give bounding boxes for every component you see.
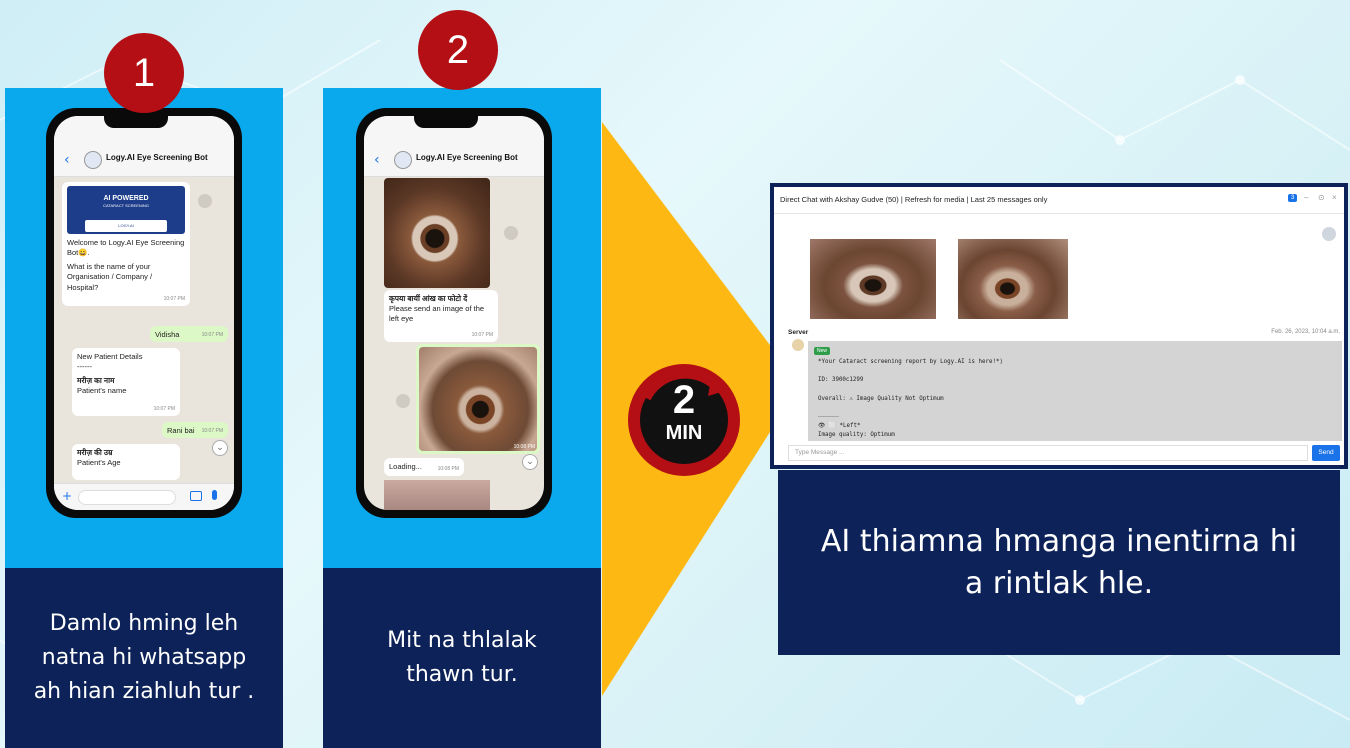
- timestamp: 10:07 PM: [471, 332, 493, 339]
- timestamp: 10:07 PM: [201, 428, 223, 435]
- bot-avatar: [84, 151, 102, 169]
- chat-window-header: Direct Chat with Akshay Gudve (50) | Ref…: [774, 187, 1344, 214]
- sender-name: Server: [788, 329, 809, 336]
- sent-eye-photo: [419, 347, 537, 451]
- plus-icon[interactable]: +: [62, 489, 72, 503]
- bot-avatar: [394, 151, 412, 169]
- reply-bubble: Rani bai 10:07 PM: [162, 422, 228, 438]
- forward-icon[interactable]: [396, 394, 410, 408]
- report-line: ______: [818, 411, 839, 417]
- details-separator: ------: [77, 362, 92, 372]
- close-icon[interactable]: ×: [1332, 193, 1337, 202]
- report-line: Overall: ⚠ Image Quality Not Optimum: [818, 396, 944, 402]
- sent-photo-bubble: 10:08 PM: [416, 344, 540, 454]
- report-line: 👁 ⬜ *Left*: [818, 423, 861, 429]
- message-input[interactable]: Type Message ...: [788, 445, 1308, 461]
- step1-phone: ‹ Logy.AI Eye Screening Bot AI POWERED C…: [46, 108, 242, 518]
- step2-badge: 2: [418, 10, 498, 90]
- chat-title: Logy.AI Eye Screening Bot: [106, 153, 208, 162]
- loading-bubble: Loading... 10:08 PM: [384, 458, 464, 476]
- phone-notch: [104, 116, 168, 128]
- expand-icon[interactable]: ⊙: [1318, 193, 1325, 202]
- left-eye-image: [810, 239, 936, 319]
- banner-logo: LOGY.AI: [85, 220, 167, 232]
- report-line: *Your Cataract screening report by Logy.…: [818, 359, 1003, 365]
- chat-title: Logy.AI Eye Screening Bot: [416, 153, 518, 162]
- reply-bubble: Vidisha 10:07 PM: [150, 326, 228, 342]
- timestamp: 10:07 PM: [201, 332, 223, 339]
- timestamp: 10:08 PM: [437, 466, 459, 473]
- minimize-icon[interactable]: –: [1304, 193, 1308, 202]
- new-tag: New: [814, 347, 831, 355]
- forward-icon[interactable]: [198, 194, 212, 208]
- message-timestamp: Feb. 26, 2023, 10:04 a.m.: [1271, 329, 1340, 335]
- age-bubble: मरीज़ की उम्र Patient's Age: [72, 444, 180, 480]
- forward-icon[interactable]: [504, 226, 518, 240]
- age-label-en: Patient's Age: [77, 458, 121, 468]
- message-input-bar[interactable]: +: [54, 483, 234, 510]
- phone-notch: [414, 116, 478, 128]
- prompt-hi: कृपया बायीं आंख का फोटो दें: [389, 294, 468, 303]
- step1-caption: Damlo hming leh natna hi whatsapp ah hia…: [5, 568, 283, 748]
- partial-photo: [384, 480, 490, 510]
- loading-text: Loading...: [389, 462, 422, 471]
- step1-badge: 1: [104, 33, 184, 113]
- welcome-bubble: AI POWERED CATARACT SCREENING LOGY.AI We…: [62, 182, 190, 306]
- name-label-en: Patient's name: [77, 386, 127, 396]
- welcome-text: Welcome to Logy.AI Eye Screening Bot😀.: [67, 238, 185, 258]
- result-caption: AI thiamna hmanga inentirna hi a rintlak…: [778, 470, 1340, 655]
- name-label-hi: मरीज़ का नाम: [77, 376, 115, 386]
- result-chat-body[interactable]: Direct Chat with Akshay Gudve (50) | Ref…: [774, 187, 1344, 465]
- user-avatar: [1322, 227, 1336, 241]
- mic-icon[interactable]: [212, 490, 217, 500]
- message-placeholder: Type Message ...: [795, 449, 845, 456]
- step1-chat-screen[interactable]: ‹ Logy.AI Eye Screening Bot AI POWERED C…: [54, 116, 234, 510]
- camera-icon[interactable]: [190, 491, 202, 501]
- bot-banner: AI POWERED CATARACT SCREENING LOGY.AI: [67, 186, 185, 234]
- timestamp: 10:07 PM: [163, 296, 185, 303]
- step2-caption: Mit na thlalak thawn tur.: [323, 568, 601, 748]
- reply-text: Vidisha: [155, 330, 180, 339]
- banner-title: AI POWERED: [103, 195, 149, 202]
- reply-text: Rani bai: [167, 426, 195, 435]
- details-bubble: New Patient Details ------ मरीज़ का नाम …: [72, 348, 180, 416]
- chat-window-title: Direct Chat with Akshay Gudve (50) | Ref…: [780, 195, 1048, 204]
- org-question: What is the name of your Organisation / …: [67, 262, 153, 292]
- right-eye-image: [958, 239, 1068, 319]
- timer-value: 2: [672, 378, 696, 422]
- timestamp: 10:08 PM: [513, 444, 535, 451]
- result-chat-window: Direct Chat with Akshay Gudve (50) | Ref…: [770, 183, 1348, 469]
- prompt-en: Please send an image of the left eye: [389, 304, 485, 324]
- scroll-down-icon[interactable]: ⌄: [212, 440, 228, 456]
- banner-sub: CATARACT SCREENING: [103, 203, 149, 209]
- step2-chat-screen[interactable]: ‹ Logy.AI Eye Screening Bot कृपया बायीं …: [364, 116, 544, 510]
- back-icon[interactable]: ‹: [64, 152, 70, 168]
- details-title: New Patient Details: [77, 352, 143, 361]
- report-line: Image quality: Optimum: [818, 432, 895, 438]
- server-avatar: [792, 339, 804, 351]
- send-button[interactable]: Send: [1312, 445, 1340, 461]
- step2-phone: ‹ Logy.AI Eye Screening Bot कृपया बायीं …: [356, 108, 552, 518]
- back-icon[interactable]: ‹: [374, 152, 380, 168]
- timer-unit: MIN: [665, 422, 703, 444]
- prompt-bubble: कृपया बायीं आंख का फोटो दें Please send …: [384, 290, 498, 342]
- report-line: ID: 3900c1299: [818, 377, 864, 383]
- report-message: New *Your Cataract screening report by L…: [808, 341, 1342, 441]
- eye-photo: [384, 178, 490, 288]
- scroll-down-icon[interactable]: ⌄: [522, 454, 538, 470]
- timer-badge: 2 MIN: [624, 360, 744, 480]
- message-input[interactable]: [78, 490, 176, 505]
- message-count-badge: 3: [1288, 194, 1298, 202]
- timestamp: 10:07 PM: [153, 406, 175, 413]
- age-label-hi: मरीज़ की उम्र: [77, 448, 113, 457]
